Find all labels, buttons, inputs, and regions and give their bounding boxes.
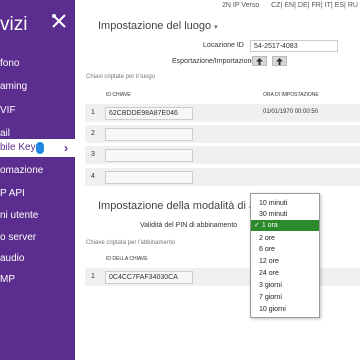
import-icon <box>276 58 283 65</box>
lang-de[interactable]: DE <box>298 2 308 9</box>
check-icon: ✓ <box>254 222 260 229</box>
lang-en[interactable]: EN <box>284 2 294 9</box>
product-name: 2N IP Verso <box>221 2 260 9</box>
pin-validity-label: Validità del PIN di abbinamento <box>140 222 238 229</box>
option-10-minuti[interactable]: 10 minuti <box>251 198 319 209</box>
pin-validity-dropdown[interactable]: 10 minuti 30 minuti ✓ 1 ora 2 ore 6 ore … <box>250 193 320 318</box>
table-row: 1 62CBDDE98A87E046 01/01/1970 00:00:50 <box>85 104 360 122</box>
option-24-ore[interactable]: 24 ore <box>251 268 319 279</box>
export-button[interactable] <box>252 56 267 66</box>
table-row: 4 <box>85 168 360 186</box>
sidebar-item-streaming[interactable]: aming <box>0 78 75 96</box>
option-10-giorni[interactable]: 10 giorni <box>251 304 319 315</box>
export-import-label: Esportazione/Importazione <box>172 58 256 65</box>
key-id-field[interactable] <box>105 149 193 162</box>
sidebar-item-mobile-key[interactable]: bile Key › <box>0 139 75 157</box>
sidebar-item-server[interactable]: o server <box>0 229 75 247</box>
key-id-field[interactable]: 62CBDDE98A87E046 <box>105 107 193 120</box>
pairing-keys-caption: Chiave criptata per l'abbinamento <box>86 240 176 246</box>
setup-time: 01/01/1970 00:00:50 <box>263 109 319 115</box>
col-pairing-key-id: ID DELLA CHIAVE <box>106 256 148 262</box>
col-setup-time: ORA DI IMPOSTAZIONE <box>263 92 319 98</box>
option-6-ore[interactable]: 6 ore <box>251 244 319 255</box>
sidebar-item-snmp[interactable]: MP <box>0 271 75 289</box>
table-row: 2 <box>85 125 360 143</box>
sidebar-item-telefono[interactable]: fono <box>0 55 75 73</box>
table-row: 3 <box>85 146 360 164</box>
chevron-right-icon: › <box>64 141 68 155</box>
location-id-field[interactable]: 54-2517-4083 <box>250 40 338 52</box>
option-3-giorni[interactable]: 3 giorni <box>251 280 319 291</box>
col-key-id: ID CHIAVE <box>106 92 131 98</box>
sidebar-item-utenti[interactable]: ni utente <box>0 207 75 225</box>
pairing-key-id-field[interactable]: 0C4CC7FAF34030CA <box>105 271 193 284</box>
lang-fr[interactable]: FR <box>311 2 320 9</box>
export-icon <box>256 58 263 65</box>
lang-es[interactable]: ES <box>335 2 344 9</box>
lang-it[interactable]: IT <box>325 2 331 9</box>
lang-ru[interactable]: RU <box>348 2 358 9</box>
sidebar-item-http-api[interactable]: P API <box>0 185 75 203</box>
import-button[interactable] <box>272 56 287 66</box>
sidebar-item-audio[interactable]: audio <box>0 250 75 268</box>
key-id-field[interactable] <box>105 128 193 141</box>
caret-down-icon: ▾ <box>214 24 218 31</box>
lang-cz[interactable]: CZ <box>271 2 280 9</box>
top-bar: 2N IP Verso CZ| EN| DE| FR| IT| ES| RU <box>221 2 358 9</box>
option-7-giorni[interactable]: 7 giorni <box>251 292 319 303</box>
key-id-field[interactable] <box>105 171 193 184</box>
sidebar-item-automazione[interactable]: omazione <box>0 162 75 180</box>
option-30-minuti[interactable]: 30 minuti <box>251 209 319 220</box>
location-keys-caption: Chiavi criptate per il luogo <box>86 74 156 80</box>
location-id-label: Locazione ID <box>203 42 244 49</box>
tools-icon[interactable] <box>50 12 68 30</box>
location-section-title[interactable]: Impostazione del luogo ▾ <box>98 20 218 32</box>
brand-title: vizi <box>0 14 28 35</box>
sidebar: vizi fono aming VIF ail bile Key › omazi… <box>0 0 75 360</box>
option-2-ore[interactable]: 2 ore <box>251 233 319 244</box>
option-1-ora[interactable]: ✓ 1 ora <box>251 220 319 231</box>
option-12-ore[interactable]: 12 ore <box>251 256 319 267</box>
sidebar-item-onvif[interactable]: VIF <box>0 102 75 120</box>
bluetooth-icon <box>36 142 44 154</box>
